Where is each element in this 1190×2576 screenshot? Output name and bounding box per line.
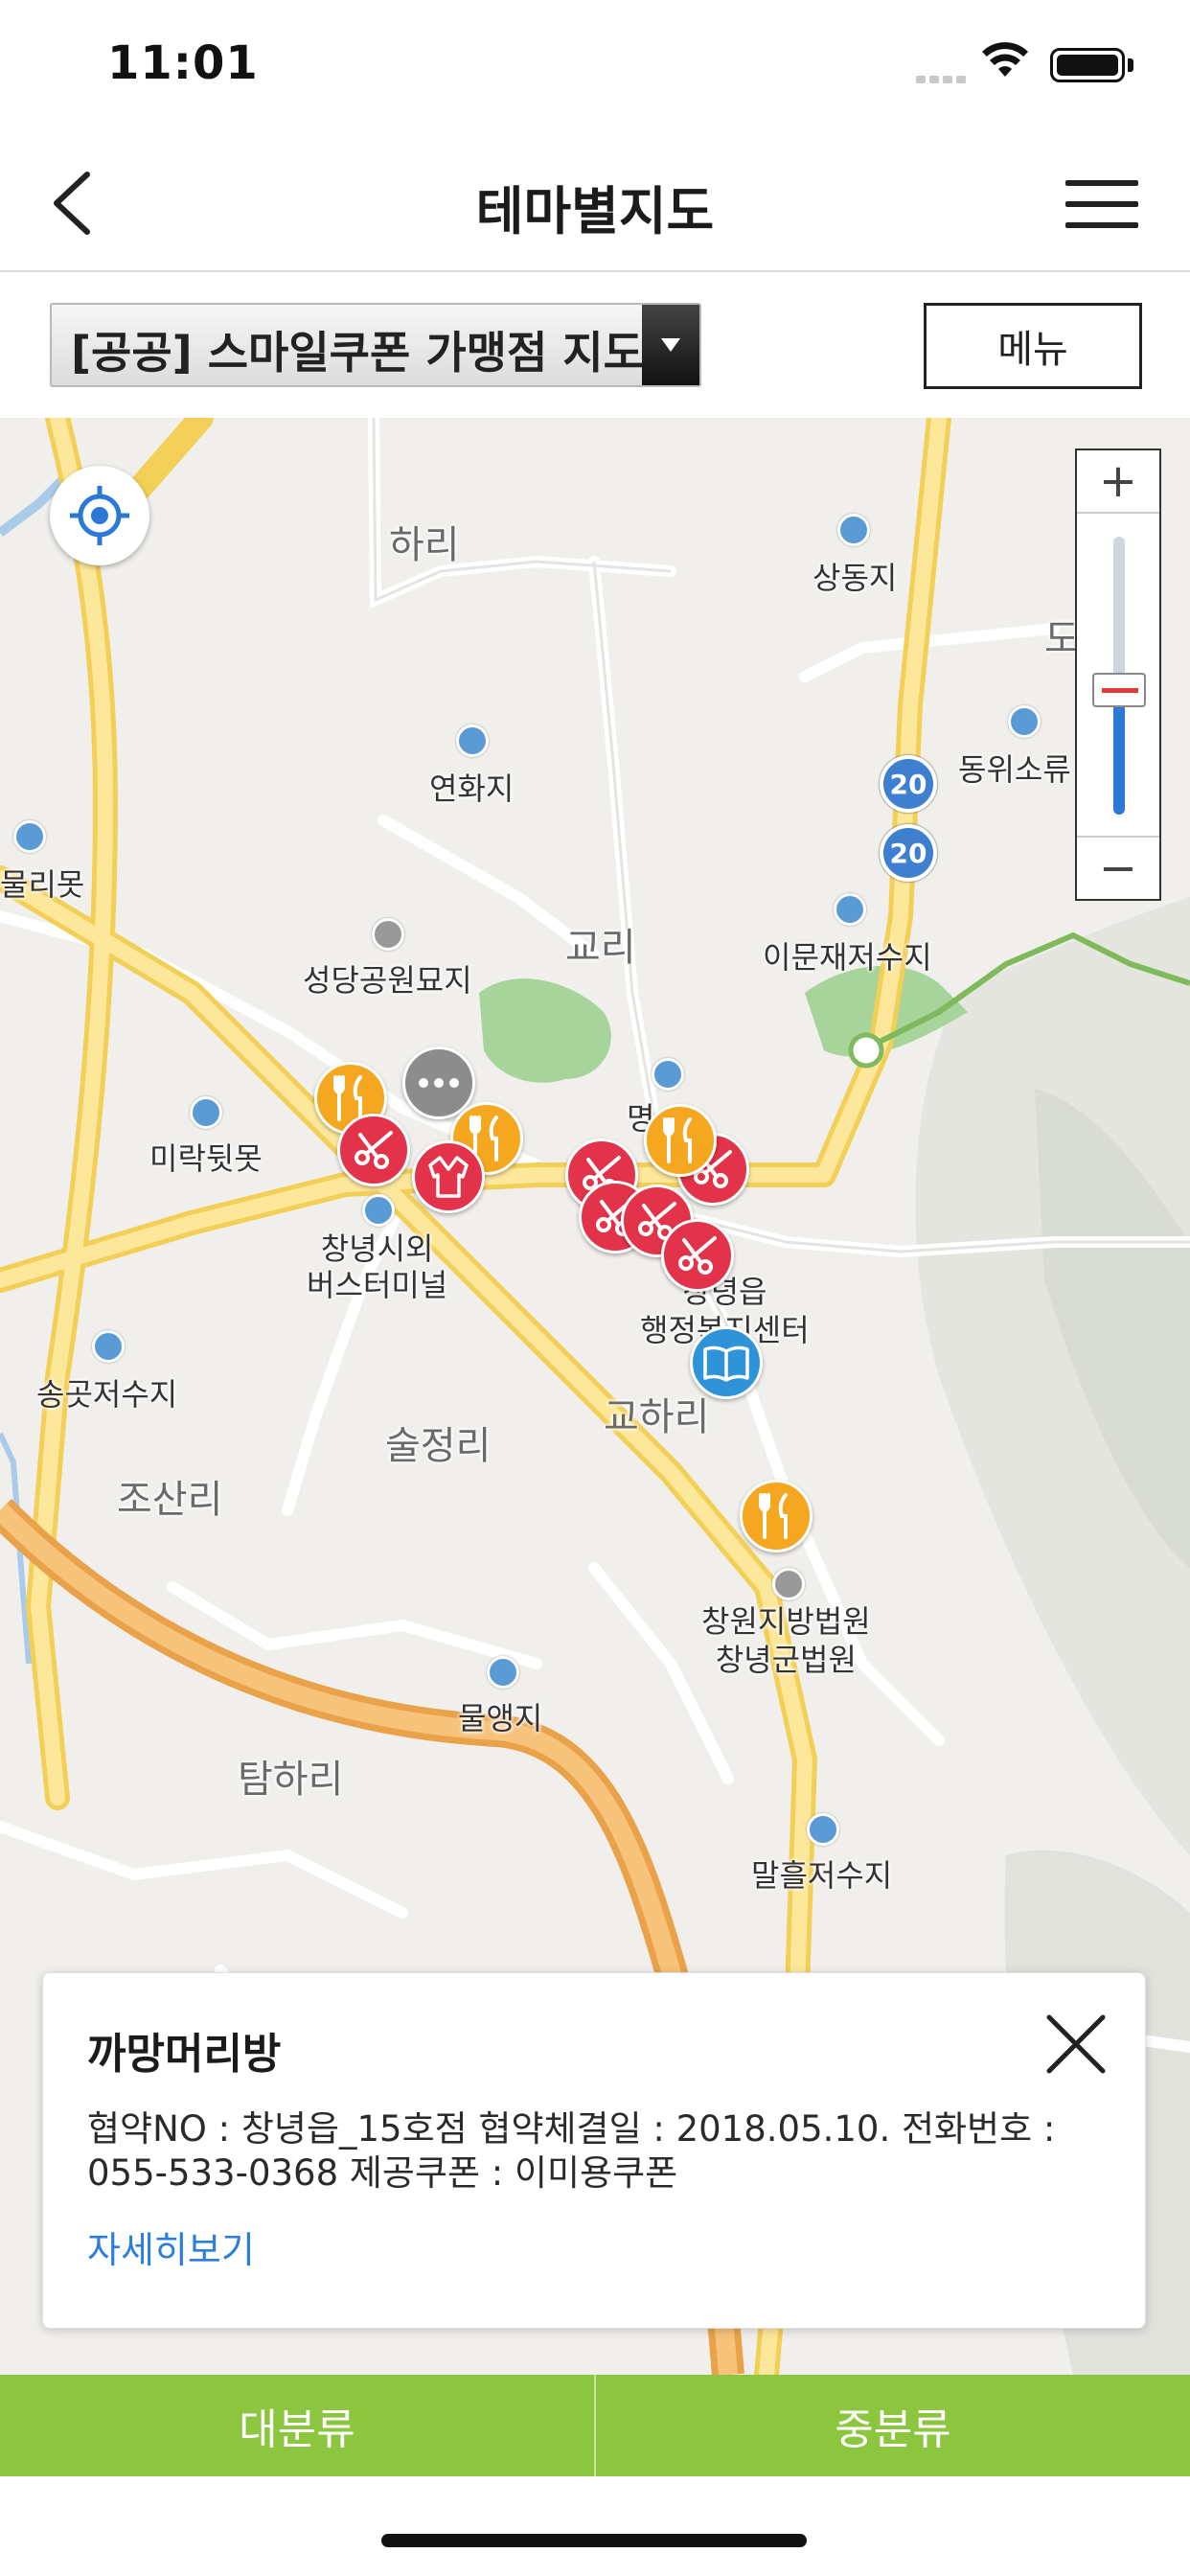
- place-label: 미락뒷못: [149, 1140, 263, 1177]
- place-label: 이문재저수지: [763, 939, 932, 976]
- status-bar: 11:01: [0, 0, 1190, 134]
- reservoir-icon: [92, 1330, 125, 1363]
- fork-knife-icon: [663, 1117, 692, 1163]
- place-label: 교하리: [604, 1395, 710, 1439]
- shirt-icon: [428, 1156, 469, 1198]
- place-label: 송곳저수지: [36, 1376, 178, 1413]
- hamburger-menu-button[interactable]: [1065, 172, 1157, 236]
- place-label: 물앵지: [458, 1700, 543, 1736]
- reservoir-icon: [837, 514, 870, 546]
- zoom-control: + −: [1075, 448, 1161, 901]
- reservoir-icon: [834, 893, 866, 926]
- tab-middle-category[interactable]: 중분류: [594, 2375, 1190, 2476]
- zoom-in-button[interactable]: +: [1077, 450, 1159, 514]
- place-label: 교리: [565, 926, 636, 970]
- crosshair-icon: [70, 486, 129, 545]
- zoom-slider-handle[interactable]: [1092, 672, 1146, 707]
- fork-knife-icon: [759, 1493, 788, 1539]
- place-info-popup: 까망머리방 협약NO : 창녕읍_15호점 협약체결일 : 2018.05.10…: [42, 1972, 1146, 2329]
- theme-select[interactable]: [공공] 스마일쿠폰 가맹점 지도: [50, 303, 701, 387]
- detail-link[interactable]: 자세히보기: [87, 2220, 255, 2273]
- place-label: 동위소류: [958, 751, 1071, 788]
- home-indicator: [381, 2534, 807, 2547]
- marker-hair[interactable]: [661, 1219, 734, 1292]
- place-label: 말흘저수지: [751, 1857, 893, 1894]
- route-20-badge: 20: [880, 755, 937, 813]
- zoom-level-fill: [1113, 689, 1125, 815]
- reservoir-icon: [807, 1813, 839, 1846]
- close-icon: [1046, 2014, 1106, 2074]
- menu-button[interactable]: 메뉴: [924, 303, 1142, 389]
- marker-hair[interactable]: [337, 1114, 410, 1186]
- reservoir-icon: [487, 1656, 519, 1689]
- reservoir-icon: [456, 724, 489, 757]
- marker-library[interactable]: [690, 1326, 763, 1399]
- close-button[interactable]: [1040, 2008, 1112, 2081]
- signal-icon: [916, 69, 970, 87]
- place-label: 상동지: [812, 560, 898, 596]
- marker-clothes[interactable]: [412, 1140, 485, 1213]
- bus-terminal-icon: [362, 1194, 395, 1227]
- reservoir-icon: [652, 1058, 684, 1091]
- battery-tip: [1128, 58, 1133, 72]
- marker-food[interactable]: [740, 1480, 812, 1552]
- place-label: 창녕시외 버스터미널: [307, 1230, 448, 1303]
- place-label: 탐하리: [238, 1758, 344, 1802]
- book-icon: [703, 1346, 749, 1382]
- popup-title: 까망머리방: [87, 2030, 282, 2079]
- cemetery-icon: [372, 918, 404, 951]
- place-label: 연화지: [429, 770, 515, 807]
- wifi-icon: [981, 42, 1029, 84]
- zoom-out-button[interactable]: −: [1077, 836, 1159, 899]
- dropdown-arrow-icon: [642, 305, 699, 385]
- filter-row: [공공] 스마일쿠폰 가맹점 지도 메뉴: [0, 274, 1190, 418]
- tab-major-category[interactable]: 대분류: [0, 2375, 594, 2476]
- place-label: 성당공원묘지: [303, 962, 472, 999]
- status-time: 11:01: [107, 36, 259, 90]
- court-icon: [772, 1568, 805, 1600]
- theme-select-value: [공공] 스마일쿠폰 가맹점 지도: [71, 327, 644, 379]
- place-label: 조산리: [117, 1478, 223, 1522]
- reservoir-icon: [13, 820, 46, 853]
- place-label: 창원지방법원 창녕군법원: [701, 1603, 871, 1678]
- place-label: 술정리: [385, 1424, 492, 1468]
- marker-food[interactable]: [644, 1104, 717, 1177]
- bottom-tab-bar: 대분류 중분류: [0, 2375, 1190, 2476]
- battery-icon: [1050, 48, 1125, 82]
- place-label: 하리: [389, 523, 460, 567]
- reservoir-icon: [1008, 705, 1041, 738]
- ellipsis-icon: [419, 1078, 459, 1088]
- scissors-icon: [678, 1236, 717, 1275]
- route-20-badge: 20: [880, 824, 937, 882]
- app-header: 테마별지도: [0, 134, 1190, 272]
- place-label: 물리못: [0, 866, 85, 903]
- scissors-icon: [355, 1131, 393, 1169]
- page-title: 테마별지도: [475, 181, 715, 242]
- popup-description: 협약NO : 창녕읍_15호점 협약체결일 : 2018.05.10. 전화번호…: [87, 2108, 1056, 2194]
- current-location-button[interactable]: [50, 466, 149, 565]
- reservoir-icon: [190, 1096, 222, 1129]
